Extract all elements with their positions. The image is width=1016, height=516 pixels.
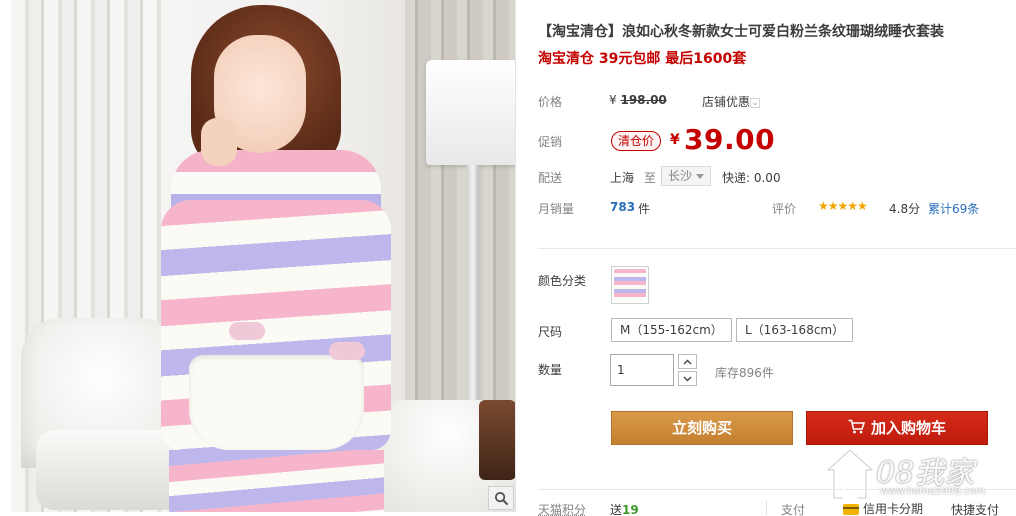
- monthly-sales-unit: 件: [638, 202, 651, 216]
- points-reward: 送19: [610, 501, 639, 516]
- size-option-l[interactable]: L（163-168cm）: [736, 318, 854, 342]
- watermark-url: www.home2008.com: [880, 486, 986, 497]
- chevron-down-icon: ⌄: [750, 97, 761, 108]
- quantity-increase-button[interactable]: [678, 354, 697, 369]
- add-to-cart-label: 加入购物车: [870, 419, 946, 437]
- quantity-label: 数量: [538, 363, 563, 377]
- price-label: 价格: [538, 95, 563, 109]
- review-count-link[interactable]: 累计69条: [928, 200, 979, 217]
- section-divider: [538, 248, 1016, 249]
- promo-label: 促销: [538, 135, 563, 149]
- monthly-sales-label: 月销量: [538, 202, 575, 216]
- product-subtitle: 淘宝清仓 39元包邮 最后1600套: [538, 51, 747, 67]
- rating-stars-icon: ★★★★★: [818, 199, 868, 213]
- pajama-pocket: [189, 355, 364, 450]
- original-price: ¥ 198.00: [609, 93, 667, 107]
- buy-now-button[interactable]: 立刻购买: [611, 411, 793, 445]
- magnifier-icon: [494, 491, 508, 505]
- product-photo: [11, 0, 516, 512]
- footer-separator: [766, 501, 767, 515]
- color-swatch-image: [614, 269, 646, 301]
- tmall-points-label[interactable]: 天猫积分: [538, 501, 586, 516]
- pajama-pants: [169, 450, 384, 512]
- shop-discount-label: 店铺优惠: [702, 95, 751, 109]
- shop-discount-dropdown[interactable]: 店铺优惠 ⌄: [702, 93, 761, 110]
- pajama-bow-left: [229, 322, 265, 340]
- color-label: 颜色分类: [538, 274, 587, 288]
- model-hand: [201, 118, 237, 166]
- rating-label: 评价: [772, 202, 797, 216]
- monthly-sales-count: 783: [610, 200, 636, 214]
- points-value: 19: [622, 503, 639, 516]
- shipping-fee: 快递: 0.00: [722, 171, 781, 185]
- dropdown-arrow-icon: [696, 174, 705, 179]
- chevron-down-icon: [683, 376, 692, 381]
- payment-label: 支付: [781, 503, 806, 516]
- add-to-cart-button[interactable]: 加入购物车: [806, 411, 988, 445]
- lamp-shade: [426, 60, 515, 165]
- quantity-input[interactable]: [610, 354, 674, 386]
- credit-card-icon: [843, 504, 859, 515]
- clearance-badge: 清仓价: [611, 131, 662, 151]
- quantity-decrease-button[interactable]: [678, 371, 697, 386]
- pajama-bow-right: [329, 342, 365, 360]
- destination-city-value: 长沙: [668, 169, 693, 183]
- points-prefix: 送: [610, 503, 623, 516]
- chevron-up-icon: [683, 359, 692, 364]
- rating-score: 4.8分: [889, 202, 921, 216]
- zoom-button[interactable]: [488, 486, 514, 510]
- credit-installment-label: 信用卡分期: [863, 502, 924, 516]
- pillow: [36, 430, 186, 510]
- ship-from-city: 上海: [610, 171, 635, 185]
- color-option-swatch[interactable]: [611, 266, 649, 304]
- lamp-pole: [467, 165, 479, 425]
- destination-city-select[interactable]: 长沙: [661, 166, 712, 186]
- promo-price: 39.00: [684, 123, 776, 156]
- shipping-label: 配送: [538, 171, 563, 185]
- telephone-decor: [479, 400, 515, 480]
- size-label: 尺码: [538, 325, 563, 339]
- currency-symbol: ¥: [609, 93, 617, 107]
- quick-pay-link[interactable]: 快捷支付: [951, 501, 999, 516]
- credit-installment-link[interactable]: 信用卡分期: [843, 500, 923, 516]
- product-title: 【淘宝清仓】浪如心秋冬新款女士可爱白粉兰条纹珊瑚绒睡衣套装: [538, 24, 944, 40]
- size-option-m[interactable]: M（155-162cm）: [611, 318, 732, 342]
- promo-currency-symbol: ¥: [670, 132, 680, 148]
- original-price-value: 198.00: [620, 93, 667, 107]
- stock-count: 库存896件: [715, 366, 774, 380]
- ship-to-word: 至: [644, 171, 657, 185]
- cart-icon: [848, 419, 866, 434]
